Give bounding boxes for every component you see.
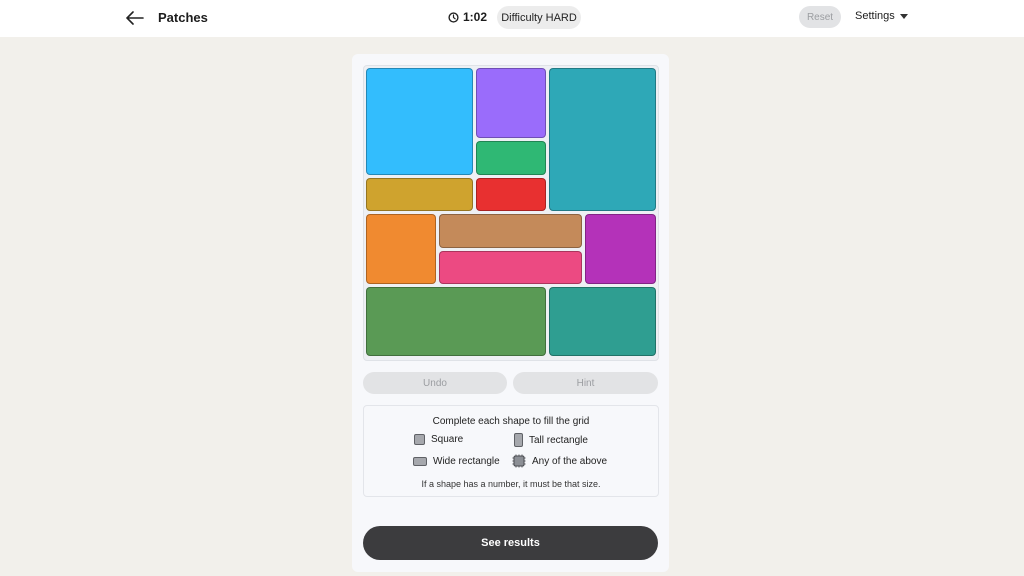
piece-red[interactable] <box>476 178 546 211</box>
piece-purple[interactable] <box>476 68 546 138</box>
settings-label: Settings <box>855 10 895 22</box>
legend-square-label: Square <box>431 434 464 445</box>
square-icon <box>414 434 425 445</box>
legend-note: If a shape has a number, it must be that… <box>421 479 601 489</box>
difficulty-badge[interactable]: Difficulty HARD <box>497 6 581 29</box>
legend-any: Any of the above <box>512 454 607 468</box>
piece-sea-teal[interactable] <box>549 287 656 356</box>
tall-rectangle-icon <box>514 433 523 447</box>
piece-teal-tall[interactable] <box>549 68 656 211</box>
timer: 1:02 <box>448 10 487 24</box>
piece-magenta[interactable] <box>585 214 656 284</box>
legend-square: Square <box>414 434 463 445</box>
legend-tall-label: Tall rectangle <box>529 434 588 446</box>
legend-wide-label: Wide rectangle <box>433 456 500 467</box>
control-row: Undo Hint <box>363 372 659 394</box>
timer-value: 1:02 <box>463 10 488 24</box>
piece-forest[interactable] <box>366 287 546 356</box>
piece-pink[interactable] <box>439 251 582 284</box>
legend-title: Complete each shape to fill the grid <box>432 416 590 427</box>
piece-blue[interactable] <box>366 68 473 175</box>
piece-orange[interactable] <box>366 214 436 284</box>
see-results-button[interactable]: See results <box>363 526 658 560</box>
reset-button[interactable]: Reset <box>799 6 841 28</box>
undo-button[interactable]: Undo <box>363 372 507 394</box>
puzzle-board[interactable] <box>363 65 659 361</box>
piece-mustard[interactable] <box>366 178 473 211</box>
page-title: Patches <box>158 10 208 25</box>
piece-tan[interactable] <box>439 214 582 248</box>
any-shape-icon <box>512 454 526 468</box>
piece-green[interactable] <box>476 141 546 175</box>
shape-legend: Complete each shape to fill the grid Squ… <box>363 405 659 497</box>
game-card: Undo Hint Complete each shape to fill th… <box>352 54 669 572</box>
legend-any-label: Any of the above <box>532 455 608 467</box>
caret-down-icon <box>899 13 908 19</box>
settings-button[interactable]: Settings <box>855 10 908 22</box>
back-arrow-icon[interactable] <box>124 8 146 28</box>
hint-button[interactable]: Hint <box>513 372 658 394</box>
top-bar: Patches 1:02 Difficulty HARD Reset Setti… <box>0 0 1024 37</box>
wide-rectangle-icon <box>413 457 427 466</box>
legend-wide: Wide rectangle <box>413 456 500 467</box>
clock-icon <box>448 11 459 23</box>
legend-tall: Tall rectangle <box>514 433 588 447</box>
